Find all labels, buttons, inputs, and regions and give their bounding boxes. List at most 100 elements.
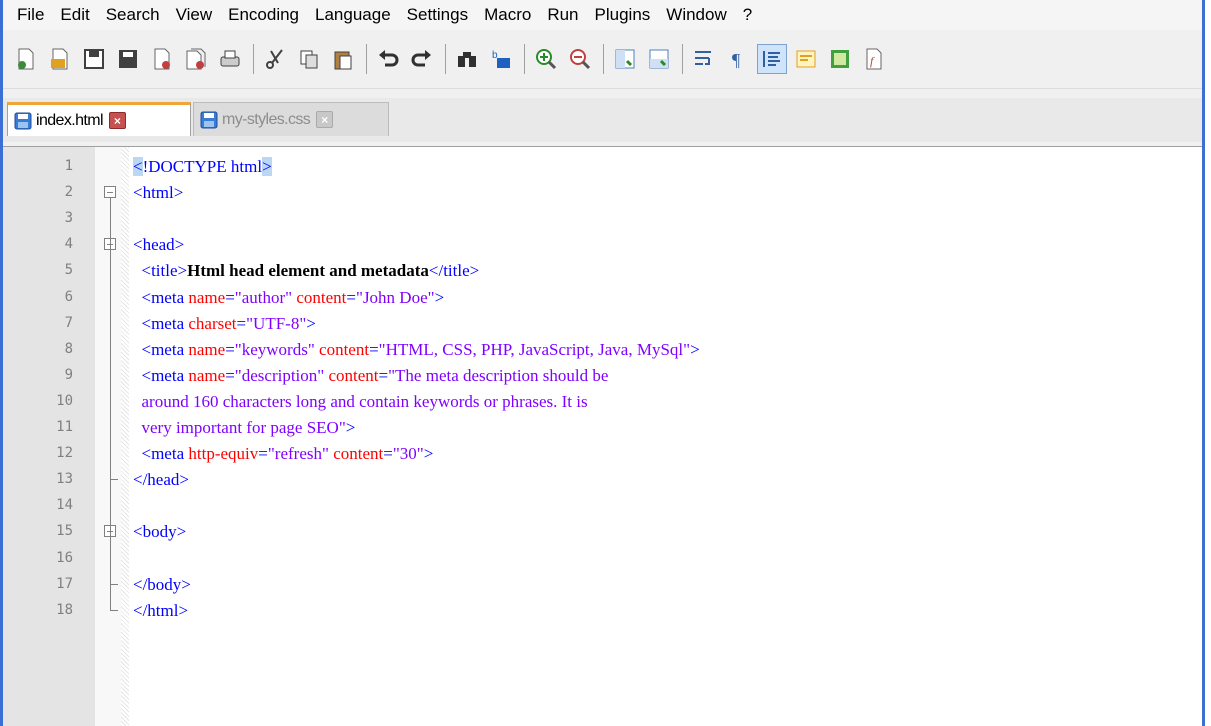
replace-button[interactable]: b [486, 44, 516, 74]
function-list-button[interactable]: f [859, 44, 889, 74]
close-button[interactable] [147, 44, 177, 74]
token-tag: > [306, 313, 316, 333]
copy-button[interactable] [294, 44, 324, 74]
code-text: <!DOCTYPE html> [133, 157, 272, 177]
show-all-chars-button[interactable]: ¶ [723, 44, 753, 74]
sync-horizontal-button[interactable] [644, 44, 674, 74]
toolbar-separator [445, 44, 446, 74]
token-tag: = [378, 365, 389, 385]
tab-my-styles-css[interactable]: my-styles.css × [193, 102, 389, 136]
code-text: <meta http-equiv="refresh" content="30"> [133, 444, 434, 464]
token-tag: <meta [133, 365, 189, 385]
code-editor[interactable]: 1 <!DOCTYPE html> 2 <html> 3 4 <head> 5 <title>… [3, 146, 1202, 726]
menu-item[interactable]: Language [307, 2, 399, 28]
undo-icon [379, 50, 399, 67]
menu-item[interactable]: Edit [52, 2, 97, 28]
token-str: "author" [234, 287, 293, 307]
zoom-out-button[interactable] [565, 44, 595, 74]
token-str: "30" [392, 444, 424, 464]
code-line: 15 <body> [3, 519, 1202, 545]
code-text: <meta charset="UTF-8"> [133, 314, 316, 334]
token-tag: <body> [133, 522, 187, 542]
new-file-icon [18, 48, 34, 70]
code-line: 7 <meta charset="UTF-8"> [3, 311, 1202, 337]
token-tag: > [690, 339, 700, 359]
code-line: 14 [3, 493, 1202, 519]
doc-map-button[interactable] [825, 44, 855, 74]
token-tag: </title> [428, 261, 480, 281]
paste-button[interactable] [328, 44, 358, 74]
toolbar-separator [682, 44, 683, 74]
close-all-icon [186, 48, 206, 70]
line-number: 5 [64, 262, 73, 279]
tab-index-html[interactable]: index.html × [7, 102, 191, 136]
close-tab-icon[interactable]: × [108, 112, 126, 129]
token-tag: = [225, 287, 235, 307]
token-str: "refresh" [267, 444, 329, 464]
sync-vertical-button[interactable] [610, 44, 640, 74]
menu-item[interactable]: ? [735, 2, 760, 28]
notepad-plus-plus-window: File Edit Search View Encoding Language Settin… [0, 0, 1205, 726]
close-all-button[interactable] [181, 44, 211, 74]
user-language-button[interactable] [791, 44, 821, 74]
fold-toggle-icon[interactable] [104, 186, 116, 199]
token-str: "UTF-8" [246, 313, 307, 333]
token-attr: http-equiv [188, 444, 259, 464]
token-str: "The meta description should be [388, 365, 609, 385]
code-line: 13 </head> [3, 467, 1202, 493]
word-wrap-icon [695, 51, 711, 65]
indent-guide-button[interactable] [757, 44, 787, 74]
menu-item[interactable]: Run [539, 2, 586, 28]
token-tag: > [423, 444, 434, 464]
code-text: <title>Html head element and metadata</t… [133, 261, 480, 281]
fold-end-marker [110, 479, 118, 481]
close-tab-icon[interactable]: × [316, 111, 334, 128]
token-tag: > [434, 287, 445, 307]
menu-item[interactable]: Encoding [220, 2, 307, 28]
copy-icon [300, 50, 318, 69]
saved-file-icon [14, 112, 32, 129]
undo-button[interactable] [373, 44, 403, 74]
token-hl: > [262, 157, 272, 176]
token-hl: < [133, 157, 143, 176]
redo-icon [411, 50, 431, 67]
token-tag: = [369, 339, 379, 359]
user-language-icon [796, 50, 816, 68]
menu-item[interactable]: Plugins [587, 2, 659, 28]
save-button[interactable] [79, 44, 109, 74]
word-wrap-button[interactable] [689, 44, 719, 74]
token-tag: !DOCTYPE html [142, 157, 263, 176]
token-tag: <title> [133, 261, 188, 281]
token-tag: </head> [133, 470, 189, 490]
print-button[interactable] [215, 44, 245, 74]
code-line: 11 very important for page SEO"> [3, 415, 1202, 441]
fold-end-marker [110, 609, 118, 611]
code-line: 12 <meta http-equiv="refresh" content="3… [3, 441, 1202, 467]
token-attr: content [328, 365, 379, 385]
menu-item[interactable]: View [168, 2, 221, 28]
code-line: 3 [3, 206, 1202, 232]
menu-item[interactable]: Window [658, 2, 734, 28]
menu-item[interactable]: Search [98, 2, 168, 28]
saved-file-icon [200, 111, 218, 128]
menu-item[interactable]: Settings [399, 2, 476, 28]
sync-horizontal-icon [649, 49, 669, 69]
line-number: 16 [56, 549, 73, 566]
code-text: <meta name="keywords" content="HTML, CSS… [133, 340, 700, 360]
function-list-icon: f [866, 48, 882, 70]
new-file-button[interactable] [11, 44, 41, 74]
redo-button[interactable] [407, 44, 437, 74]
code-text: <meta name="description" content="The me… [133, 365, 609, 386]
token-tag: = [225, 365, 235, 385]
save-all-button[interactable] [113, 44, 143, 74]
token-txt: Html head element and metadata [187, 261, 429, 281]
cut-button[interactable] [260, 44, 290, 74]
menu-item[interactable]: Macro [476, 2, 539, 28]
find-button[interactable] [452, 44, 482, 74]
zoom-in-button[interactable] [531, 44, 561, 74]
token-attr: content [296, 287, 347, 307]
open-file-button[interactable] [45, 44, 75, 74]
code-text: <html> [133, 183, 183, 203]
menu-item[interactable]: File [9, 2, 52, 28]
code-text: </head> [133, 470, 189, 490]
